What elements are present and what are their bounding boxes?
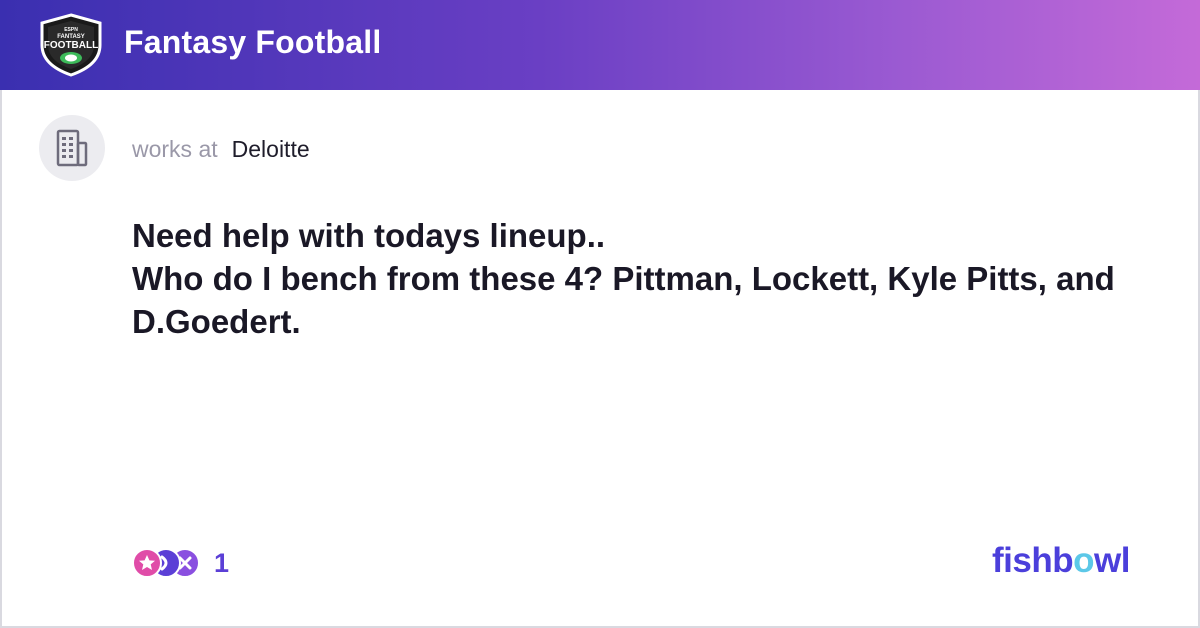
- post-line-1: Need help with todays lineup..: [132, 217, 606, 254]
- community-name[interactable]: Fantasy Football: [124, 24, 381, 61]
- svg-text:FOOTBALL: FOOTBALL: [44, 40, 98, 51]
- fantasy-football-logo[interactable]: ESPN FANTASY FOOTBALL: [36, 13, 106, 77]
- author-info: works at Deloitte: [132, 136, 310, 163]
- building-icon: [56, 129, 88, 167]
- fishbowl-logo[interactable]: fishbowl: [992, 541, 1130, 581]
- reactions-bar[interactable]: 1: [132, 547, 229, 579]
- community-header: ESPN FANTASY FOOTBALL Fantasy Football: [0, 0, 1200, 90]
- post-card: works at Deloitte Need help with todays …: [0, 90, 1200, 628]
- post-line-2: Who do I bench from these 4? Pittman, Lo…: [132, 260, 1115, 340]
- reaction-icons: [132, 547, 200, 579]
- post-body[interactable]: Need help with todays lineup.. Who do I …: [132, 214, 1142, 343]
- star-reaction-icon: [132, 548, 162, 578]
- works-at-label: works at: [132, 136, 218, 162]
- company-name[interactable]: Deloitte: [232, 136, 310, 163]
- company-avatar[interactable]: [39, 115, 105, 181]
- svg-text:ESPN: ESPN: [64, 27, 78, 33]
- reaction-count[interactable]: 1: [214, 548, 229, 579]
